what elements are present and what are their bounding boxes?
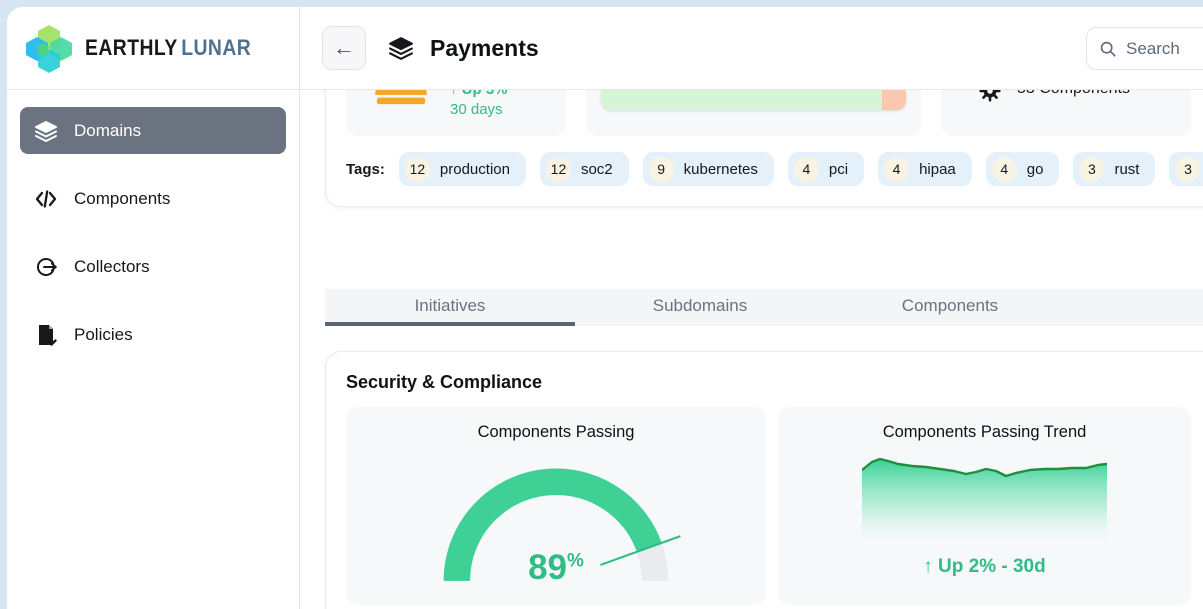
crown-icon xyxy=(368,90,434,106)
overview-card: ↑ Up 3% 30 days xyxy=(325,90,1203,207)
layers-icon xyxy=(34,119,58,143)
tag-experimental[interactable]: 3experimental xyxy=(1169,152,1203,186)
brand-primary: EARTHLY xyxy=(85,35,178,60)
tag-name: hipaa xyxy=(919,161,956,178)
tag-count: 12 xyxy=(546,157,571,182)
gear-icon xyxy=(979,90,1001,102)
tag-count: 4 xyxy=(992,157,1017,182)
tag-name: go xyxy=(1027,161,1044,178)
tag-count: 12 xyxy=(405,157,430,182)
trend-card: Components Passing Trend xyxy=(778,407,1191,605)
sidebar-item-policies[interactable]: Policies xyxy=(20,311,286,358)
sidebar-item-components[interactable]: Components xyxy=(20,175,286,222)
domain-layers-icon xyxy=(388,35,414,61)
main-area: ← Payments xyxy=(300,7,1203,609)
search-box[interactable] xyxy=(1086,27,1203,70)
tags-label: Tags: xyxy=(346,161,385,178)
tag-production[interactable]: 12 production xyxy=(399,152,526,186)
tag-name: production xyxy=(440,161,510,178)
fail-segment xyxy=(882,90,906,110)
stat-card-components: 53 Components xyxy=(941,90,1191,136)
sidebar-item-label: Components xyxy=(74,189,170,209)
search-icon xyxy=(1099,40,1117,58)
gauge-value-number: 89 xyxy=(528,548,567,587)
gauge-card: Components Passing 89% xyxy=(346,407,766,605)
gauge-value-unit: % xyxy=(567,550,584,571)
tag-name: soc2 xyxy=(581,161,613,178)
tag-rust[interactable]: 3 rust xyxy=(1073,152,1155,186)
trend-area-chart xyxy=(862,450,1107,550)
tag-count: 9 xyxy=(649,157,674,182)
back-button[interactable]: ← xyxy=(322,26,366,70)
gauge-chart: 89% xyxy=(386,444,726,586)
tag-count: 4 xyxy=(884,157,909,182)
policy-doc-icon xyxy=(34,323,58,347)
gauge-value: 89% xyxy=(528,548,584,588)
tag-count: 3 xyxy=(1175,157,1200,182)
trend-caption: ↑ Up 2% - 30d xyxy=(778,556,1191,578)
sidebar-nav: Domains Components xyxy=(7,90,299,396)
tag-name: pci xyxy=(829,161,848,178)
sidebar-item-label: Domains xyxy=(74,121,141,141)
scroll-content: ↑ Up 3% 30 days xyxy=(300,90,1203,609)
tag-go[interactable]: 4 go xyxy=(986,152,1060,186)
tags-row: Tags: 12production 12soc2 9kubernetes 4p… xyxy=(346,152,1203,186)
tag-pci[interactable]: 4 pci xyxy=(788,152,864,186)
trend-delta-period: 30 days xyxy=(450,100,508,120)
collector-arrow-icon xyxy=(34,255,58,279)
components-count-label: 53 Components xyxy=(1017,90,1130,98)
gauge-title: Components Passing xyxy=(346,423,766,442)
sidebar-item-collectors[interactable]: Collectors xyxy=(20,243,286,290)
sidebar-item-domains[interactable]: Domains xyxy=(20,107,286,154)
tag-kubernetes[interactable]: 9 kubernetes xyxy=(643,152,774,186)
stat-row: ↑ Up 3% 30 days xyxy=(346,90,1203,136)
sidebar: EARTHLYLUNAR Domains xyxy=(7,7,300,609)
tag-count: 4 xyxy=(794,157,819,182)
panel-grid: Components Passing 89% xyxy=(346,407,1203,605)
pass-fail-bar xyxy=(601,90,906,110)
code-icon xyxy=(34,187,58,211)
tag-soc2[interactable]: 12 soc2 xyxy=(540,152,629,186)
tab-initiatives[interactable]: Initiatives xyxy=(325,289,575,326)
sidebar-item-label: Collectors xyxy=(74,257,150,277)
tab-subdomains[interactable]: Subdomains xyxy=(575,289,825,326)
section-title: Security & Compliance xyxy=(346,372,1203,393)
search-input[interactable] xyxy=(1126,39,1203,59)
security-compliance-card: Security & Compliance Components Passing xyxy=(325,351,1203,609)
logo-hex-icon xyxy=(23,23,75,73)
tag-name: rust xyxy=(1114,161,1139,178)
tab-components[interactable]: Components xyxy=(825,289,1075,326)
trend-delta-value: ↑ Up 3% xyxy=(450,90,508,100)
tag-count: 3 xyxy=(1079,157,1104,182)
stat-card-passfail xyxy=(586,90,921,136)
app-frame: EARTHLYLUNAR Domains xyxy=(7,7,1203,609)
sidebar-item-label: Policies xyxy=(74,325,133,345)
app-window: EARTHLYLUNAR Domains xyxy=(0,0,1203,609)
stat-card-trend: ↑ Up 3% 30 days xyxy=(346,90,566,136)
trend-title: Components Passing Trend xyxy=(778,423,1191,442)
tag-hipaa[interactable]: 4 hipaa xyxy=(878,152,972,186)
pass-segment xyxy=(601,90,882,110)
tag-name: kubernetes xyxy=(684,161,758,178)
page-title: Payments xyxy=(430,35,539,62)
brand-name: EARTHLYLUNAR xyxy=(85,35,251,61)
brand-secondary: LUNAR xyxy=(181,35,251,60)
page-header: ← Payments xyxy=(300,7,1203,90)
logo: EARTHLYLUNAR xyxy=(7,7,299,90)
trend-delta: ↑ Up 3% 30 days xyxy=(450,90,508,120)
tab-bar: Initiatives Subdomains Components xyxy=(325,289,1203,326)
